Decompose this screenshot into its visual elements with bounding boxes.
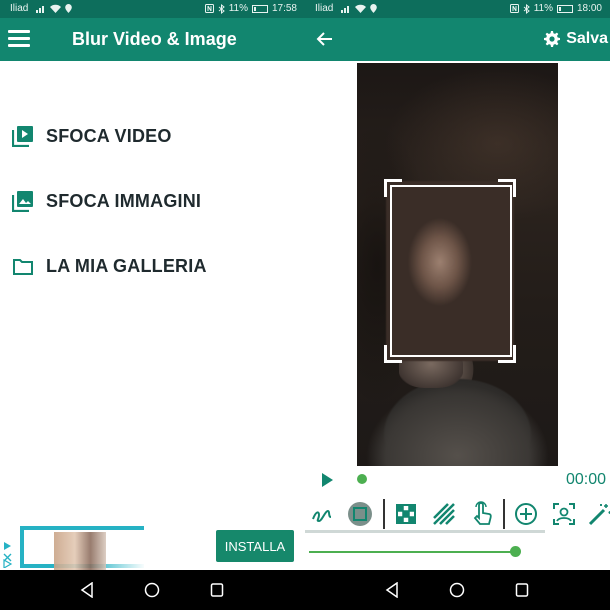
editor-screen: Iliad 11% 18:00 Salva 00:00 <box>305 0 610 610</box>
adchoices-icon[interactable] <box>2 540 14 568</box>
system-nav-bar <box>0 570 305 610</box>
signal-icon <box>36 6 44 13</box>
battery-percent: 11% <box>533 3 553 14</box>
bluetooth-icon <box>523 3 530 14</box>
signal-icon <box>341 6 349 13</box>
app-bar: Salva <box>305 18 610 61</box>
system-nav-bar <box>305 570 610 610</box>
menu-item-label: LA MIA GALLERIA <box>46 255 207 276</box>
brush-size-slider[interactable] <box>309 546 527 558</box>
status-bar: Iliad 11% 18:00 <box>305 0 610 18</box>
play-icon[interactable] <box>317 470 337 490</box>
status-right: 11% 17:58 <box>204 3 297 14</box>
save-button[interactable]: Salva <box>530 18 610 61</box>
zoom-in-icon[interactable] <box>513 501 539 527</box>
toolbar-divider <box>305 530 545 533</box>
slider-track <box>309 551 515 553</box>
carrier-name: Iliad <box>10 3 29 14</box>
shape-icon[interactable] <box>347 501 373 527</box>
stripes-icon[interactable] <box>431 501 457 527</box>
menu-item-my-gallery[interactable]: LA MIA GALLERIA <box>12 250 292 282</box>
back-arrow-icon[interactable] <box>313 27 337 51</box>
clock: 17:58 <box>271 3 297 14</box>
folder-icon <box>13 259 33 275</box>
menu-item-label: SFOCA VIDEO <box>46 125 172 146</box>
screen: Iliad 11% 17:58 Blur Video & Image SFOCA… <box>0 0 610 610</box>
nav-back-icon[interactable] <box>80 582 94 598</box>
ad-image[interactable] <box>20 526 146 570</box>
menu-item-label: SFOCA IMMAGINI <box>46 190 202 211</box>
bluetooth-icon <box>218 3 225 14</box>
tool-bar <box>305 497 610 531</box>
wifi-icon <box>50 4 61 13</box>
resize-handle-top-right[interactable] <box>498 179 516 197</box>
resize-handle-bottom-right[interactable] <box>498 345 516 363</box>
save-label: Salva <box>566 30 608 47</box>
slider-thumb[interactable] <box>509 546 521 557</box>
nav-back-icon[interactable] <box>385 582 399 598</box>
clock: 18:00 <box>576 3 602 14</box>
battery-percent: 11% <box>228 3 248 14</box>
status-right: 11% 18:00 <box>509 3 602 14</box>
resize-handle-bottom-left[interactable] <box>384 345 402 363</box>
nfc-icon <box>509 4 519 13</box>
signal-icons <box>36 3 72 14</box>
resize-handle-top-left[interactable] <box>384 179 402 197</box>
nfc-icon <box>204 4 214 13</box>
toolbar-separator <box>383 499 385 529</box>
location-icon <box>370 4 377 13</box>
touch-icon[interactable] <box>469 501 495 527</box>
nav-home-icon[interactable] <box>449 582 465 598</box>
face-detect-icon[interactable] <box>551 501 577 527</box>
status-bar: Iliad 11% 17:58 <box>0 0 305 18</box>
gear-icon <box>544 31 560 47</box>
menu-item-blur-images[interactable]: SFOCA IMMAGINI <box>12 185 292 217</box>
hamburger-menu-icon[interactable] <box>8 30 30 48</box>
signal-icons <box>341 3 377 14</box>
video-library-icon <box>12 126 33 147</box>
blur-selection-frame[interactable] <box>390 185 512 357</box>
carrier-name: Iliad <box>315 3 334 14</box>
nav-recents-icon[interactable] <box>515 582 529 598</box>
mosaic-icon[interactable] <box>393 501 419 527</box>
ad-banner: INSTALLA <box>0 522 305 570</box>
magic-wand-icon[interactable] <box>587 501 610 527</box>
video-preview[interactable] <box>357 63 558 466</box>
toolbar-separator <box>503 499 505 529</box>
brush-icon[interactable] <box>309 501 335 527</box>
menu-item-blur-video[interactable]: SFOCA VIDEO <box>12 120 292 152</box>
nav-recents-icon[interactable] <box>210 582 224 598</box>
image-library-icon <box>12 191 33 212</box>
battery-icon <box>556 4 573 13</box>
home-screen: Iliad 11% 17:58 Blur Video & Image SFOCA… <box>0 0 305 610</box>
timeline-scrubber[interactable] <box>357 474 367 484</box>
install-button[interactable]: INSTALLA <box>216 530 294 562</box>
wifi-icon <box>355 4 366 13</box>
app-bar: Blur Video & Image <box>0 18 305 61</box>
battery-icon <box>251 4 268 13</box>
playback-time: 00:00 <box>565 471 606 488</box>
location-icon <box>65 4 72 13</box>
app-title: Blur Video & Image <box>72 29 237 49</box>
nav-home-icon[interactable] <box>144 582 160 598</box>
